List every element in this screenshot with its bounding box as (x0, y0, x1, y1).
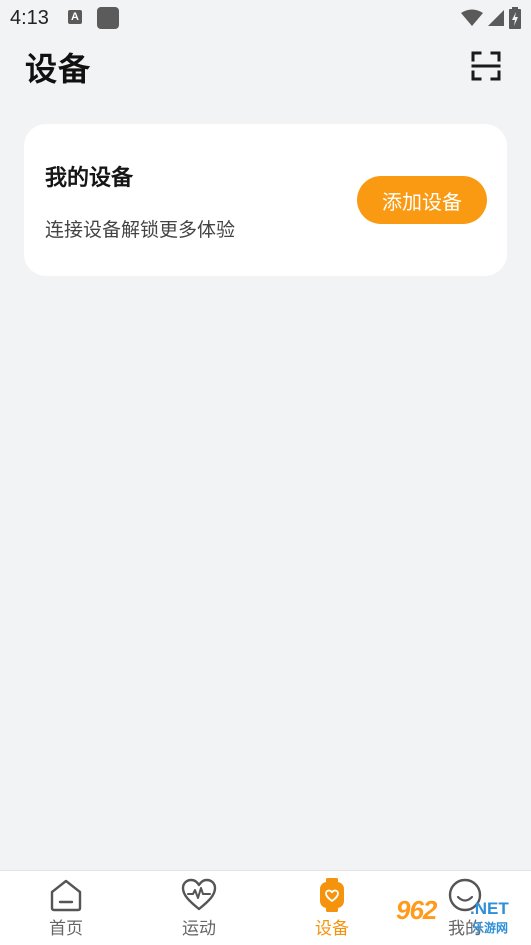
signal-icon (488, 10, 504, 26)
tab-sports[interactable]: 运动 (154, 877, 244, 941)
tab-profile-label: 我的 (448, 919, 482, 939)
tab-home[interactable]: 首页 (21, 877, 111, 941)
tab-profile[interactable]: 我的 (420, 877, 510, 941)
notification-a-icon: A (68, 10, 82, 24)
profile-icon (448, 878, 482, 912)
notification-app-icon (97, 7, 119, 29)
bottom-nav: 首页 运动 设备 我的 (0, 870, 531, 945)
add-device-button[interactable]: 添加设备 (357, 176, 487, 224)
my-device-card: 我的设备 连接设备解锁更多体验 添加设备 (24, 124, 507, 276)
watch-icon (320, 878, 344, 912)
page-title: 设备 (25, 50, 92, 88)
scan-button[interactable] (466, 46, 506, 86)
status-time: 4:13 (10, 7, 49, 29)
status-icons (461, 7, 521, 29)
card-title: 我的设备 (45, 166, 134, 191)
tab-device-label: 设备 (315, 919, 349, 939)
battery-charging-icon (509, 7, 521, 29)
card-subtitle: 连接设备解锁更多体验 (45, 219, 236, 241)
tab-device[interactable]: 设备 (287, 877, 377, 941)
heart-pulse-icon (181, 878, 217, 911)
tab-home-label: 首页 (49, 919, 83, 939)
status-bar: 4:13 A (0, 0, 531, 38)
home-icon (50, 879, 82, 912)
tab-sports-label: 运动 (182, 919, 216, 939)
scan-icon (471, 51, 501, 81)
wifi-icon (461, 9, 483, 26)
